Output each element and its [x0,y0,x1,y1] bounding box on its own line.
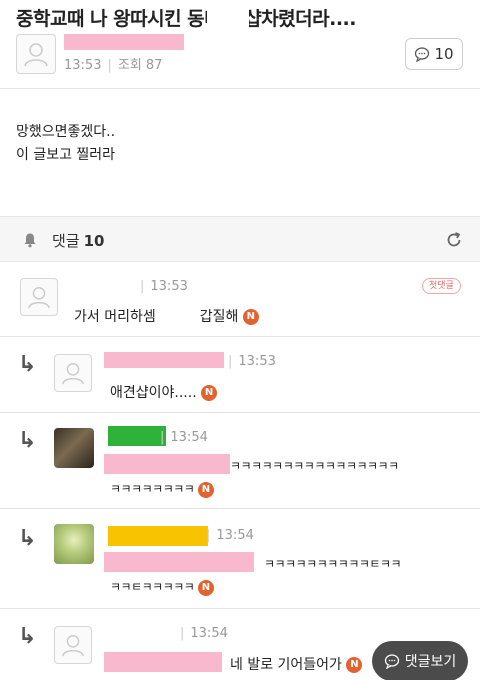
divider [0,508,480,509]
user-icon [62,362,84,385]
comment-count-button[interactable]: 10 [405,38,463,70]
comment-header: 댓글 10 [0,216,480,262]
divider [0,336,480,337]
post-views: 조회 87 [117,58,163,73]
divider [0,412,480,413]
post-time: 13:53 [64,58,102,73]
comment-text-redacted [104,652,222,672]
comment-avatar[interactable] [54,354,92,392]
view-comments-button[interactable]: 댓글보기 [372,641,468,680]
comment-time: | 13:54 [180,626,228,641]
divider [0,608,480,609]
reply-arrow-icon: ↳ [18,428,37,453]
redaction-mask [207,6,249,30]
comment-text-line-1: ㅋㅋㅋㅋㅋㅋㅋㅋㅋㅋㅌㅋㅋ [264,557,402,571]
comment-avatar[interactable] [54,626,92,664]
commenter-name-redacted [104,352,224,368]
comment-avatar-photo[interactable] [54,524,94,564]
first-comment-tag: 첫댓글 [422,278,461,294]
user-icon [28,286,50,309]
author-avatar[interactable] [16,34,56,74]
refresh-icon[interactable] [444,230,464,250]
reply-arrow-icon: ↳ [18,624,37,649]
comment-avatar[interactable] [20,278,58,316]
view-comments-label: 댓글보기 [404,654,457,670]
comment-time: | 13:54 [206,528,254,543]
post-body-line-2: 이 글보고 찔러라 [16,147,116,163]
comment-text-redacted [104,454,230,474]
new-badge: N [201,385,218,401]
post-meta: 13:53 | 조회 87 [64,58,163,73]
reply-arrow-icon: ↳ [18,526,37,551]
reply-arrow-icon: ↳ [18,352,37,377]
new-badge: N [197,481,214,498]
comment-text-redacted [104,552,254,572]
comment-text-line-1: ㅋㅋㅋㅋㅋㅋㅋㅋㅋㅋㅋㅋㅋㅋㅋㅋ [230,459,399,473]
comment-text-line-2: ㅋㅋㅌㅋㅋㅋㅋㅋ N [110,578,214,596]
bell-icon [24,233,36,248]
new-badge: N [197,579,214,596]
chat-bubble-icon [384,654,399,669]
comment-header-label: 댓글 10 [52,232,105,250]
comment-text: 네 발로 기어들어가 N [230,654,363,674]
comment-text: 애견샵이야..... N [110,382,218,402]
new-badge: N [346,657,363,673]
post-body-line-1: 망했으면좋겠다.. [16,124,116,140]
user-icon [24,43,48,67]
commenter-name-redacted [108,426,166,446]
comment-count: 10 [434,45,454,63]
comment-avatar-photo[interactable] [54,428,94,468]
new-badge: N [242,309,259,325]
comment-text-line-2: ㅋㅋㅋㅋㅋㅋㅋㅋ N [110,480,214,498]
chat-bubble-icon [415,47,430,62]
comment-time: | 13:54 [160,430,208,445]
comment-header-count: 10 [83,232,105,250]
post-title: 중학교때 나 왕따시킨 동네에 샵차렸더라.... [16,8,357,30]
divider [0,88,480,89]
comment-text: 가서 머리하셈 갑질해 N [74,306,259,326]
comment-time: | 13:53 [228,354,276,369]
comment-time: | 13:53 [140,279,188,294]
user-icon [62,634,84,657]
commenter-name-redacted [108,526,208,546]
author-name-redacted [64,34,184,50]
